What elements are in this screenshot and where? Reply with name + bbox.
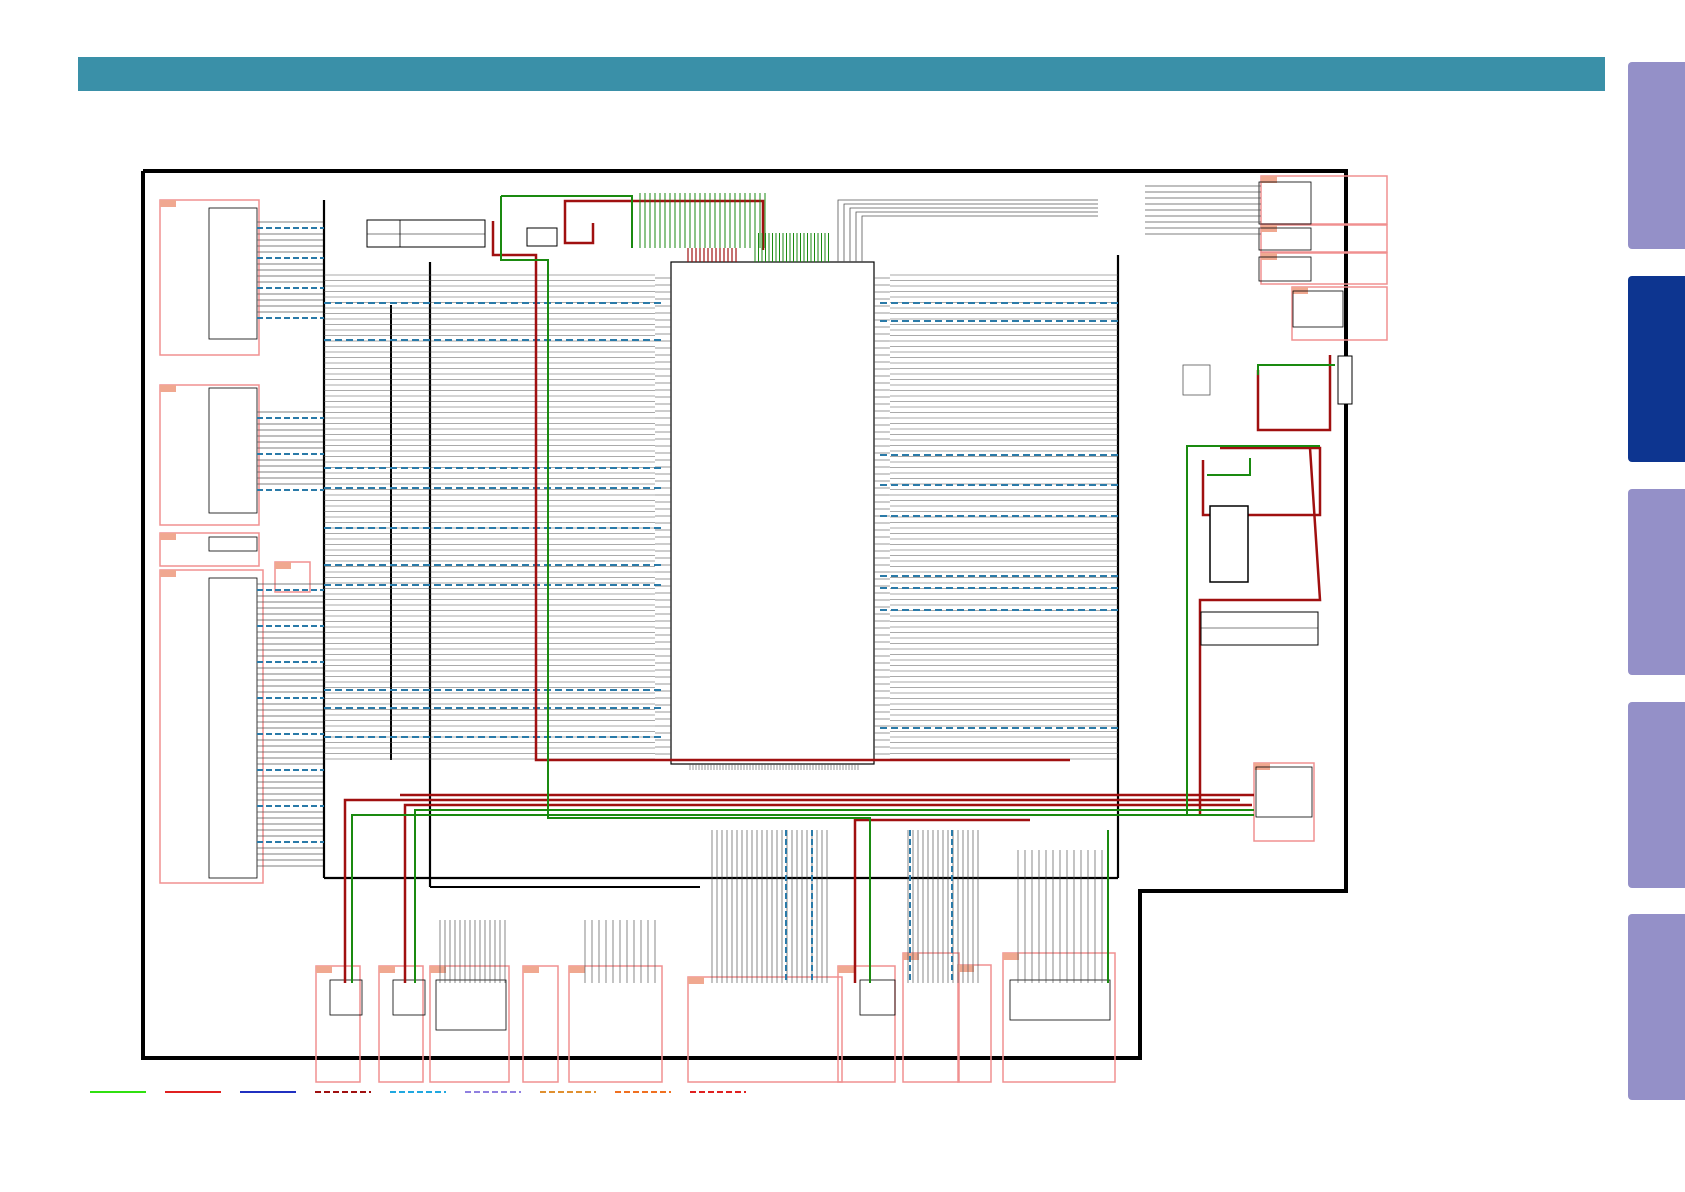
connector-box-10: [1253, 762, 1315, 842]
connector-inner-3: [208, 536, 258, 552]
schematic-diagram: [90, 169, 1388, 1093]
connector-box-15: [568, 965, 663, 1083]
resistor-network: [1182, 364, 1211, 396]
connector-box-18: [902, 952, 960, 1083]
connector-tag-3: [160, 533, 176, 540]
jack-connector: [1337, 355, 1353, 405]
connector-box-8: [1260, 252, 1388, 285]
connector-box-4: [159, 569, 264, 884]
connector-inner-1: [208, 207, 258, 340]
connector-tag-8: [1261, 253, 1277, 260]
power-rail-right-2: [1256, 355, 1332, 432]
main-processor-ic: [655, 261, 890, 770]
op-amp-ic: [1209, 505, 1249, 583]
connector-tag-13: [430, 966, 446, 973]
connector-inner-7: [1258, 256, 1312, 282]
regulator-body: [526, 227, 558, 247]
info-table: [366, 219, 486, 248]
connector-inner-14: [1009, 979, 1111, 1021]
ground-rail-4: [414, 809, 1254, 983]
connector-tag-19: [958, 965, 974, 972]
connector-tag-11: [316, 966, 332, 973]
ground-rail-right-3: [1257, 364, 1335, 375]
connector-tag-1: [160, 200, 176, 207]
top-signal: [837, 199, 1098, 262]
connector-tag-20: [1003, 953, 1019, 960]
connector-tag-9: [1292, 287, 1308, 294]
connector-tag-17: [838, 966, 854, 973]
connector-tag-10: [1254, 763, 1270, 770]
connector-box-2: [159, 384, 260, 526]
ic-body: [670, 261, 875, 765]
power-rail-3: [343, 798, 1240, 983]
connector-box-17: [837, 965, 896, 1083]
connector-tag-15: [569, 966, 585, 973]
connector-inner-2: [208, 387, 258, 514]
connector-tag-14: [523, 966, 539, 973]
top-signal: [843, 203, 1098, 262]
connector-box-20: [1002, 952, 1116, 1083]
connector-inner-11: [392, 979, 426, 1016]
power-rail-4: [403, 803, 1252, 983]
connector-inner-13: [859, 979, 896, 1016]
connector-inner-4: [208, 577, 258, 879]
connector-box-6: [1260, 175, 1388, 225]
connector-box-13: [429, 965, 510, 1083]
top-signal: [861, 215, 1098, 262]
connector-box-16: [687, 976, 843, 1083]
connector-inner-9: [1255, 766, 1313, 818]
connector-box-9: [1291, 286, 1388, 341]
connector-inner-5: [1258, 181, 1312, 225]
note-box: [1200, 611, 1319, 646]
connector-box-1: [159, 199, 260, 356]
connector-tag-16: [688, 977, 704, 984]
connector-box-14: [522, 965, 559, 1083]
connector-box-12: [378, 965, 424, 1083]
power-rail-2: [563, 199, 765, 250]
ground-rail-2: [501, 195, 633, 248]
connector-tag-5: [275, 562, 291, 569]
connector-inner-10: [329, 979, 363, 1016]
connector-box-11: [315, 965, 361, 1083]
connector-tag-12: [379, 966, 395, 973]
connector-inner-8: [1292, 290, 1344, 328]
top-signal: [855, 211, 1098, 262]
connector-tag-2: [160, 385, 176, 392]
connector-tag-4: [160, 570, 176, 577]
power-rail-right: [1201, 446, 1322, 517]
connector-box-7: [1260, 224, 1388, 253]
connector-tag-7: [1261, 225, 1277, 232]
ground-rail-right-2: [1207, 458, 1251, 476]
connector-inner-12: [435, 979, 507, 1031]
